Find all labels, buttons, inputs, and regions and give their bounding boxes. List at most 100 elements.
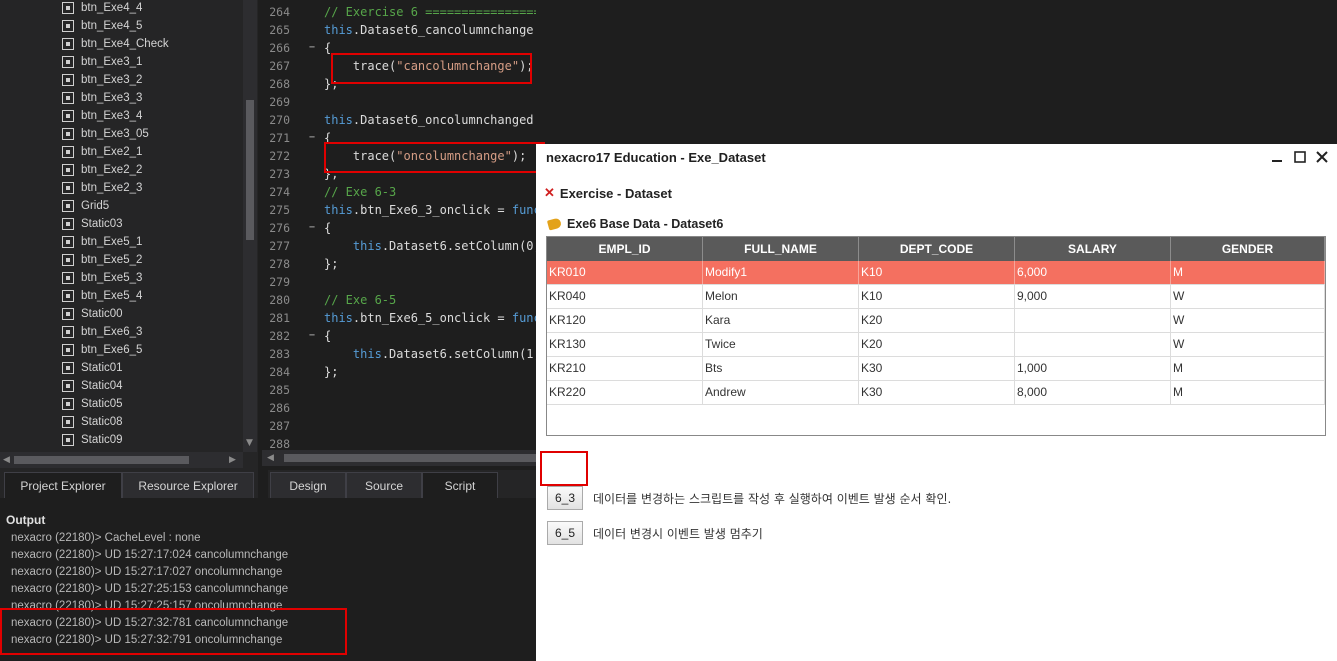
grid-cell[interactable]: W xyxy=(1171,285,1325,308)
grid-column-header[interactable]: EMPL_ID xyxy=(547,237,703,261)
tree-item[interactable]: btn_Exe4_Check xyxy=(62,35,169,53)
code-line[interactable]: this.btn_Exe6_5_onclick = func xyxy=(324,309,536,327)
tab-source[interactable]: Source xyxy=(346,472,422,498)
scroll-left-icon[interactable]: ◀ xyxy=(3,455,10,465)
tree-item[interactable]: btn_Exe6_3 xyxy=(62,323,142,341)
grid-cell[interactable]: M xyxy=(1171,261,1325,284)
grid-cell[interactable]: KR040 xyxy=(547,285,703,308)
grid-cell[interactable] xyxy=(1015,309,1171,332)
grid-cell[interactable]: Melon xyxy=(703,285,859,308)
fold-toggle-icon[interactable]: − xyxy=(309,39,315,57)
code-line[interactable]: }; xyxy=(324,255,338,273)
exe-6-3-button[interactable]: 6_3 xyxy=(547,486,583,510)
grid-cell[interactable]: K10 xyxy=(859,261,1015,284)
code-line[interactable]: this.Dataset6.setColumn(1, xyxy=(324,345,536,363)
code-line[interactable]: // Exercise 6 ==========================… xyxy=(324,3,536,21)
grid-cell[interactable]: 1,000 xyxy=(1015,357,1171,380)
grid-cell[interactable]: K20 xyxy=(859,309,1015,332)
tree-item[interactable]: Static08 xyxy=(62,413,123,431)
dataset-grid[interactable]: EMPL_ID FULL_NAME DEPT_CODE SALARY GENDER KR… xyxy=(546,236,1326,436)
fold-toggle-icon[interactable]: − xyxy=(309,327,315,345)
grid-cell[interactable]: K30 xyxy=(859,381,1015,404)
scroll-right-icon[interactable]: ▶ xyxy=(229,455,236,465)
tree-item[interactable]: btn_Exe2_1 xyxy=(62,143,142,161)
fold-toggle-icon[interactable]: − xyxy=(309,129,315,147)
grid-row[interactable]: KR130 Twice K20 W xyxy=(547,333,1325,357)
grid-column-header[interactable]: DEPT_CODE xyxy=(859,237,1015,261)
code-line[interactable]: }; xyxy=(324,165,338,183)
code-line[interactable]: { xyxy=(324,129,331,147)
code-line[interactable]: this.Dataset6_cancolumnchange = function… xyxy=(324,21,536,39)
code-line[interactable]: // Exe 6-5 xyxy=(324,291,396,309)
grid-cell[interactable]: Kara xyxy=(703,309,859,332)
tree-item[interactable]: Static03 xyxy=(62,215,123,233)
grid-cell[interactable]: M xyxy=(1171,357,1325,380)
code-line[interactable]: { xyxy=(324,219,331,237)
app-titlebar[interactable]: nexacro17 Education - Exe_Dataset xyxy=(536,144,1337,172)
grid-cell[interactable]: KR130 xyxy=(547,333,703,356)
editor-horizontal-scroll-thumb[interactable] xyxy=(284,454,536,462)
grid-cell[interactable]: 8,000 xyxy=(1015,381,1171,404)
tree-item[interactable]: btn_Exe3_3 xyxy=(62,89,142,107)
fold-toggle-icon[interactable]: − xyxy=(309,219,315,237)
tree-item[interactable]: btn_Exe5_4 xyxy=(62,287,142,305)
grid-cell[interactable]: Bts xyxy=(703,357,859,380)
grid-cell[interactable]: Modify1 xyxy=(703,261,859,284)
grid-cell[interactable]: KR120 xyxy=(547,309,703,332)
tab-script[interactable]: Script xyxy=(422,472,498,498)
tree-item[interactable]: btn_Exe3_1 xyxy=(62,53,142,71)
tree-item[interactable]: btn_Exe4_5 xyxy=(62,17,142,35)
grid-cell[interactable]: KR210 xyxy=(547,357,703,380)
grid-cell[interactable]: M xyxy=(1171,381,1325,404)
tree-item[interactable]: Static05 xyxy=(62,395,123,413)
minimize-icon[interactable] xyxy=(1269,149,1285,165)
tree-item[interactable]: Static00 xyxy=(62,305,123,323)
grid-row[interactable]: KR220 Andrew K30 8,000 M xyxy=(547,381,1325,405)
exe-6-5-button[interactable]: 6_5 xyxy=(547,521,583,545)
script-editor[interactable]: 264 265 266 267 268 269 270 271 272 273 274 275 276 2… xyxy=(262,0,536,468)
tree-item[interactable]: btn_Exe5_1 xyxy=(62,233,142,251)
tree-item[interactable]: btn_Exe6_5 xyxy=(62,341,142,359)
scroll-left-icon[interactable]: ◀ xyxy=(267,453,274,463)
grid-cell[interactable]: KR010 xyxy=(547,261,703,284)
tree-horizontal-scroll-thumb[interactable] xyxy=(14,456,189,464)
tree-item[interactable]: btn_Exe4_4 xyxy=(62,0,142,17)
maximize-icon[interactable] xyxy=(1292,149,1308,165)
editor-horizontal-scrollbar[interactable]: ◀ xyxy=(262,450,536,466)
tab-project-explorer[interactable]: Project Explorer xyxy=(4,472,122,498)
grid-cell[interactable]: K20 xyxy=(859,333,1015,356)
tree-item[interactable]: Static04 xyxy=(62,377,123,395)
code-line[interactable]: }; xyxy=(324,363,338,381)
grid-cell[interactable]: W xyxy=(1171,333,1325,356)
grid-row[interactable]: KR210 Bts K30 1,000 M xyxy=(547,357,1325,381)
code-line[interactable]: { xyxy=(324,39,331,57)
close-icon[interactable] xyxy=(1314,149,1330,165)
tree-item[interactable]: btn_Exe5_3 xyxy=(62,269,142,287)
tree-item[interactable]: btn_Exe2_3 xyxy=(62,179,142,197)
grid-column-header[interactable]: FULL_NAME xyxy=(703,237,859,261)
grid-row[interactable]: KR010 Modify1 K10 6,000 M xyxy=(547,261,1325,285)
scroll-down-icon[interactable]: ▼ xyxy=(246,438,253,448)
tree-vertical-scroll-thumb[interactable] xyxy=(246,100,254,240)
tree-item[interactable]: Static01 xyxy=(62,359,123,377)
grid-cell[interactable]: Twice xyxy=(703,333,859,356)
grid-cell[interactable]: 6,000 xyxy=(1015,261,1171,284)
grid-cell[interactable] xyxy=(1015,333,1171,356)
grid-column-header[interactable]: SALARY xyxy=(1015,237,1171,261)
tree-item[interactable]: btn_Exe5_2 xyxy=(62,251,142,269)
grid-column-header[interactable]: GENDER xyxy=(1171,237,1325,261)
grid-cell[interactable]: W xyxy=(1171,309,1325,332)
grid-cell[interactable]: 9,000 xyxy=(1015,285,1171,308)
code-line[interactable]: this.Dataset6_oncolumnchanged = function… xyxy=(324,111,536,129)
tree-vertical-scrollbar[interactable]: ▼ xyxy=(243,0,257,452)
code-line[interactable]: { xyxy=(324,327,331,345)
grid-cell[interactable]: K30 xyxy=(859,357,1015,380)
grid-row[interactable]: KR040 Melon K10 9,000 W xyxy=(547,285,1325,309)
tree-item[interactable]: btn_Exe3_2 xyxy=(62,71,142,89)
tree-item[interactable]: btn_Exe2_2 xyxy=(62,161,142,179)
grid-cell[interactable]: KR220 xyxy=(547,381,703,404)
grid-cell[interactable]: Andrew xyxy=(703,381,859,404)
code-line[interactable]: this.btn_Exe6_3_onclick = func xyxy=(324,201,536,219)
grid-row[interactable]: KR120 Kara K20 W xyxy=(547,309,1325,333)
tree-item[interactable]: btn_Exe3_4 xyxy=(62,107,142,125)
